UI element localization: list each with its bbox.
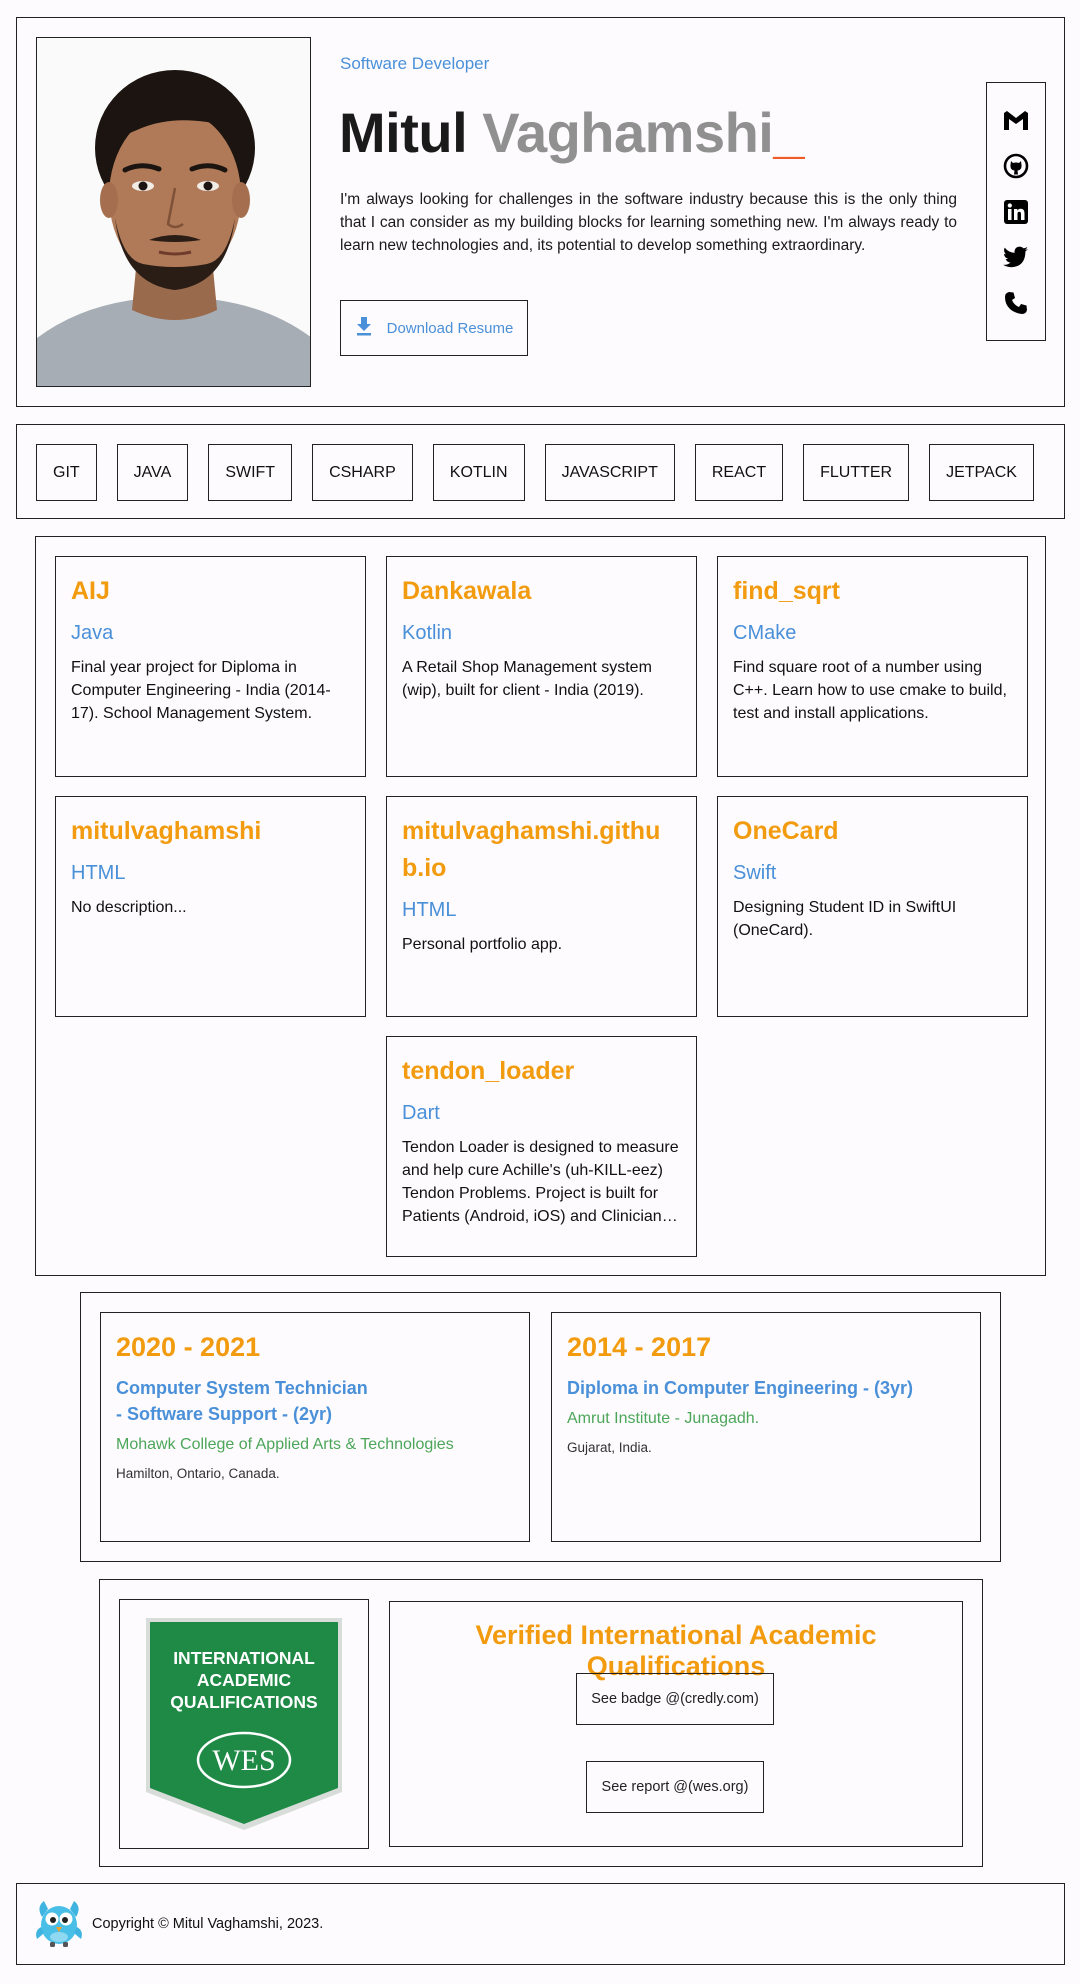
- phone-icon[interactable]: [1002, 289, 1030, 317]
- profile-photo: [36, 37, 311, 387]
- linkedin-icon[interactable]: [1002, 198, 1030, 226]
- footer: Copyright © Mitul Vaghamshi, 2023.: [16, 1883, 1065, 1965]
- first-name: Mitul: [339, 101, 468, 164]
- project-title: Dankawala: [402, 577, 532, 605]
- skill-chip[interactable]: FLUTTER: [803, 444, 910, 501]
- skill-chip[interactable]: KOTLIN: [432, 444, 525, 501]
- project-description: A Retail Shop Management system (wip), b…: [402, 659, 652, 699]
- badge-line-1: INTERNATIONAL: [173, 1648, 315, 1668]
- project-card[interactable]: mitulvaghamshi.github.io HTML Personal p…: [386, 796, 697, 1017]
- education-institute: Mohawk College of Applied Arts & Technol…: [116, 1436, 454, 1453]
- badge-line-3: QUALIFICATIONS: [170, 1692, 317, 1712]
- skills-list: GIT JAVA SWIFT CSHARP KOTLIN JAVASCRIPT …: [36, 444, 1046, 501]
- project-card[interactable]: OneCard Swift Designing Student ID in Sw…: [717, 796, 1028, 1017]
- qualifications-info: Verified International Academic Qualific…: [389, 1601, 963, 1847]
- project-description: Find square root of a number using C++. …: [733, 659, 1007, 722]
- project-title: tendon_loader: [402, 1057, 575, 1085]
- education-card: 2020 - 2021 Computer System Technician -…: [100, 1312, 530, 1542]
- project-language: HTML: [402, 899, 457, 921]
- project-description: No description...: [71, 899, 187, 916]
- project-card[interactable]: AIJ Java Final year project for Diploma …: [55, 556, 366, 777]
- project-card[interactable]: tendon_loader Dart Tendon Loader is desi…: [386, 1036, 697, 1257]
- project-description: Final year project for Diploma in Comput…: [71, 659, 331, 722]
- last-name: Vaghamshi: [482, 101, 774, 164]
- project-language: Kotlin: [402, 622, 453, 644]
- project-title: AIJ: [71, 577, 110, 605]
- twitter-icon[interactable]: [1002, 243, 1030, 271]
- project-language: HTML: [71, 862, 126, 884]
- see-report-link[interactable]: See report @(wes.org): [586, 1761, 764, 1813]
- skill-chip[interactable]: SWIFT: [208, 444, 293, 501]
- project-language: Dart: [402, 1102, 440, 1124]
- project-language: Java: [71, 622, 114, 644]
- education-location: Hamilton, Ontario, Canada.: [116, 1466, 280, 1481]
- page-title: Mitul Vaghamshi_: [339, 100, 805, 165]
- project-description: Tendon Loader is designed to measure and…: [402, 1139, 679, 1225]
- wes-logo-text: WES: [212, 1744, 275, 1777]
- project-title: find_sqrt: [733, 577, 840, 605]
- qualifications-section: INTERNATIONAL ACADEMIC QUALIFICATIONS WE…: [99, 1579, 983, 1867]
- see-badge-link[interactable]: See badge @(credly.com): [576, 1673, 774, 1725]
- project-title: mitulvaghamshi: [71, 817, 262, 845]
- education-section: 2020 - 2021 Computer System Technician -…: [80, 1292, 1001, 1562]
- project-card[interactable]: find_sqrt CMake Find square root of a nu…: [717, 556, 1028, 777]
- project-language: CMake: [733, 622, 797, 644]
- skills-strip: GIT JAVA SWIFT CSHARP KOTLIN JAVASCRIPT …: [16, 424, 1065, 519]
- skill-chip[interactable]: CSHARP: [312, 444, 413, 501]
- copyright-text: Copyright © Mitul Vaghamshi, 2023.: [92, 1916, 324, 1932]
- download-label: Download Resume: [386, 319, 514, 337]
- mascot-icon: [34, 1897, 84, 1949]
- project-card[interactable]: mitulvaghamshi HTML No description...: [55, 796, 366, 1017]
- education-location: Gujarat, India.: [567, 1440, 652, 1455]
- cursor-underscore: _: [773, 101, 805, 164]
- education-card: 2014 - 2017 Diploma in Computer Engineer…: [551, 1312, 981, 1542]
- project-title: OneCard: [733, 817, 839, 845]
- wes-badge: INTERNATIONAL ACADEMIC QUALIFICATIONS WE…: [119, 1599, 369, 1849]
- project-card[interactable]: Dankawala Kotlin A Retail Shop Managemen…: [386, 556, 697, 777]
- education-years: 2020 - 2021: [116, 1332, 261, 1362]
- education-years: 2014 - 2017: [567, 1332, 712, 1362]
- skill-chip[interactable]: JETPACK: [929, 444, 1034, 501]
- gmail-icon[interactable]: [1002, 107, 1030, 135]
- profile-header: Software Developer Mitul Vaghamshi_ I'm …: [16, 17, 1065, 407]
- project-title: mitulvaghamshi.github.io: [402, 817, 661, 882]
- education-degree: Diploma in Computer Engineering - (3yr): [567, 1378, 914, 1398]
- github-icon[interactable]: [1002, 152, 1030, 180]
- skill-chip[interactable]: JAVASCRIPT: [544, 444, 675, 501]
- project-description: Designing Student ID in SwiftUI (OneCard…: [733, 899, 957, 939]
- project-language: Swift: [733, 862, 777, 884]
- social-links: [986, 82, 1046, 341]
- skill-chip[interactable]: REACT: [694, 444, 784, 501]
- skill-chip[interactable]: GIT: [36, 444, 97, 501]
- download-resume-button[interactable]: Download Resume: [340, 300, 528, 356]
- download-icon: [355, 316, 373, 340]
- education-degree: Computer System Technician - Software Su…: [116, 1378, 368, 1424]
- education-institute: Amrut Institute - Junagadh.: [567, 1410, 760, 1427]
- badge-line-2: ACADEMIC: [197, 1670, 292, 1690]
- skill-chip[interactable]: JAVA: [116, 444, 189, 501]
- projects-grid: AIJ Java Final year project for Diploma …: [35, 536, 1046, 1276]
- project-description: Personal portfolio app.: [402, 936, 563, 953]
- role-label: Software Developer: [340, 54, 490, 73]
- bio-text: I'm always looking for challenges in the…: [340, 191, 957, 254]
